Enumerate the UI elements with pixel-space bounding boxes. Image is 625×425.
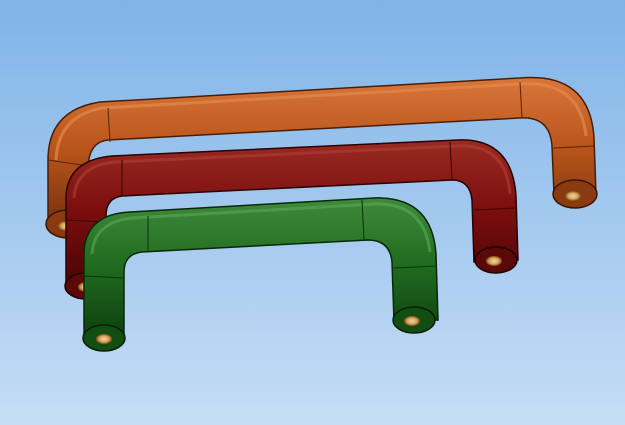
threaded-insert-icon	[404, 316, 420, 326]
threaded-insert-icon	[96, 334, 112, 344]
threaded-insert-icon	[565, 191, 581, 201]
green-handle[interactable]	[82, 197, 439, 352]
3d-model-scene[interactable]	[0, 0, 625, 425]
cad-viewport[interactable]	[0, 0, 625, 425]
threaded-insert-icon	[486, 256, 502, 266]
